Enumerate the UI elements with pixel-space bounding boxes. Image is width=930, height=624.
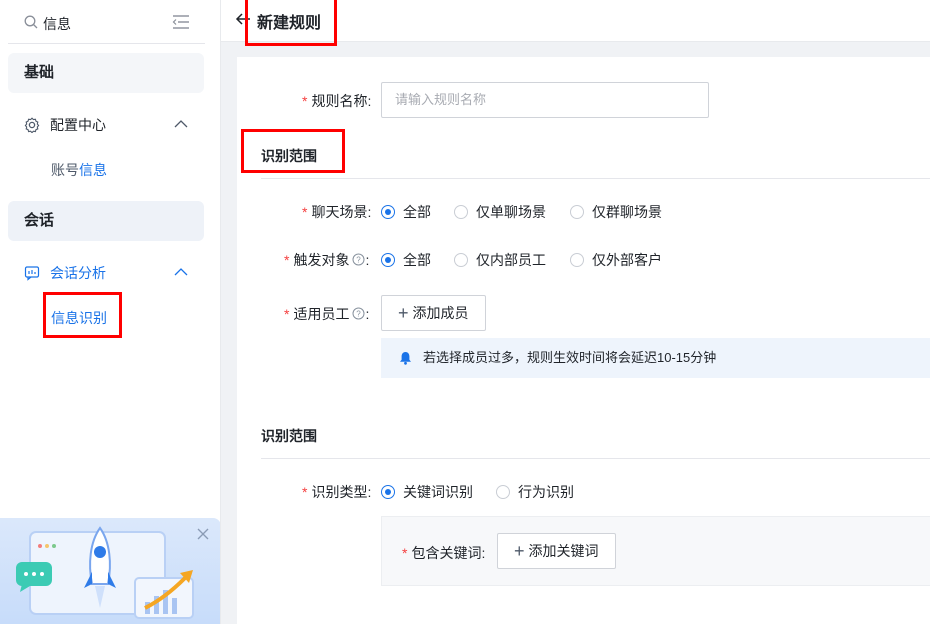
radio-type-behavior[interactable]: 行为识别 bbox=[496, 482, 574, 502]
chat-scene-label-text: 聊天场景: bbox=[311, 204, 372, 220]
gear-icon bbox=[24, 117, 40, 133]
svg-text:?: ? bbox=[357, 256, 362, 265]
radio-type-keyword-label: 关键词识别 bbox=[403, 484, 473, 500]
group-basic[interactable]: 基础 bbox=[8, 53, 204, 93]
menu-info-recognition[interactable]: 信息识别 bbox=[51, 308, 107, 328]
radio-trigger-external[interactable]: 仅外部客户 bbox=[570, 250, 662, 270]
close-icon[interactable] bbox=[197, 528, 209, 540]
radio-chat-single[interactable]: 仅单聊场景 bbox=[454, 202, 546, 222]
chevron-up-icon bbox=[174, 268, 188, 276]
radio-trigger-all-label: 全部 bbox=[403, 252, 431, 268]
rule-form: * 规则名称: 请输入规则名称 识别范围 * 聊天场景: 全部 仅单聊场景 仅群聊场… bbox=[237, 57, 930, 624]
section-divider bbox=[261, 178, 930, 179]
promo-banner[interactable] bbox=[0, 518, 220, 624]
menu-session-analysis-label: 会话分析 bbox=[50, 265, 106, 281]
menu-config-center-label: 配置中心 bbox=[50, 117, 106, 133]
radio-chat-single-label: 仅单聊场景 bbox=[476, 204, 546, 220]
trigger-colon: : bbox=[365, 252, 370, 268]
page-header: 新建规则 bbox=[221, 0, 930, 42]
radio-chat-all[interactable]: 全部 bbox=[381, 202, 431, 222]
page-title: 新建规则 bbox=[257, 15, 322, 32]
notice-banner: 若选择成员过多，规则生效时间将会延迟10-15分钟 bbox=[381, 338, 930, 378]
search-input[interactable]: 信息 bbox=[43, 14, 71, 34]
keyword-panel: * 包含关键词: + 添加关键词 bbox=[381, 516, 930, 586]
required-mark: * bbox=[302, 204, 308, 220]
type-label-text: 识别类型: bbox=[311, 484, 372, 500]
rule-name-label-text: 规则名称: bbox=[311, 93, 372, 109]
rule-name-label: * 规则名称: bbox=[302, 91, 371, 111]
radio-trigger-internal-label: 仅内部员工 bbox=[476, 252, 546, 268]
back-arrow-icon[interactable] bbox=[235, 11, 251, 27]
add-member-button[interactable]: + 添加成员 bbox=[381, 295, 486, 331]
account-info-highlight: 信息 bbox=[79, 162, 107, 178]
menu-account-info[interactable]: 账号信息 bbox=[51, 160, 107, 180]
radio-dot-selected bbox=[381, 205, 395, 219]
radio-dot bbox=[454, 205, 468, 219]
required-mark: * bbox=[284, 252, 290, 268]
bell-icon bbox=[400, 352, 411, 365]
required-mark: * bbox=[402, 545, 408, 561]
staff-label-text: 适用员工 bbox=[293, 306, 350, 322]
staff-label: * 适用员工?: bbox=[284, 304, 369, 324]
radio-trigger-all[interactable]: 全部 bbox=[381, 250, 431, 270]
radio-dot-selected bbox=[381, 253, 395, 267]
section-divider bbox=[261, 458, 930, 459]
sidebar: 信息 基础 配置中心 账号信息 会话 会话分析 信息识别 bbox=[0, 0, 221, 624]
radio-chat-group-label: 仅群聊场景 bbox=[592, 204, 662, 220]
account-info-prefix: 账号 bbox=[51, 162, 79, 178]
keyword-label: * 包含关键词: bbox=[402, 543, 485, 563]
help-icon[interactable]: ? bbox=[352, 307, 365, 320]
required-mark: * bbox=[284, 306, 290, 322]
collapse-menu-icon[interactable] bbox=[172, 14, 190, 30]
radio-trigger-external-label: 仅外部客户 bbox=[592, 252, 662, 268]
section-title-scope-2: 识别范围 bbox=[261, 428, 317, 444]
radio-chat-group[interactable]: 仅群聊场景 bbox=[570, 202, 662, 222]
svg-text:?: ? bbox=[357, 310, 362, 319]
radio-dot-selected bbox=[381, 485, 395, 499]
add-member-label: 添加成员 bbox=[412, 305, 469, 321]
notice-text: 若选择成员过多，规则生效时间将会延迟10-15分钟 bbox=[423, 350, 717, 365]
required-mark: * bbox=[302, 484, 308, 500]
radio-type-keyword[interactable]: 关键词识别 bbox=[381, 482, 473, 502]
radio-dot bbox=[454, 253, 468, 267]
sidebar-search[interactable]: 信息 bbox=[8, 0, 205, 44]
plus-icon: + bbox=[398, 303, 409, 323]
section-title-scope: 识别范围 bbox=[261, 148, 317, 164]
search-icon bbox=[24, 15, 38, 29]
plus-icon: + bbox=[514, 541, 525, 561]
help-icon[interactable]: ? bbox=[352, 253, 365, 266]
trigger-target-label-text: 触发对象 bbox=[293, 252, 350, 268]
chat-analysis-icon bbox=[24, 266, 40, 281]
chevron-up-icon bbox=[174, 120, 188, 128]
type-label: * 识别类型: bbox=[302, 482, 371, 502]
trigger-target-label: * 触发对象?: bbox=[284, 250, 369, 270]
keyword-label-text: 包含关键词: bbox=[411, 545, 486, 561]
menu-session-analysis[interactable]: 会话分析 bbox=[8, 253, 204, 293]
rule-name-input[interactable]: 请输入规则名称 bbox=[381, 82, 709, 118]
radio-type-behavior-label: 行为识别 bbox=[518, 484, 574, 500]
radio-dot bbox=[570, 205, 584, 219]
radio-trigger-internal[interactable]: 仅内部员工 bbox=[454, 250, 546, 270]
radio-dot bbox=[496, 485, 510, 499]
staff-colon: : bbox=[365, 306, 370, 322]
radio-chat-all-label: 全部 bbox=[403, 204, 431, 220]
rocket-illustration bbox=[16, 526, 194, 619]
group-session[interactable]: 会话 bbox=[8, 201, 204, 241]
menu-config-center[interactable]: 配置中心 bbox=[8, 105, 204, 145]
radio-dot bbox=[570, 253, 584, 267]
add-keyword-label: 添加关键词 bbox=[528, 543, 599, 559]
required-mark: * bbox=[302, 93, 308, 109]
chat-scene-label: * 聊天场景: bbox=[302, 202, 371, 222]
add-keyword-button[interactable]: + 添加关键词 bbox=[497, 533, 616, 569]
